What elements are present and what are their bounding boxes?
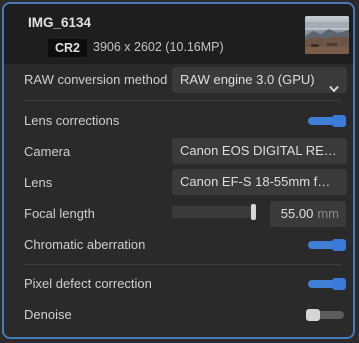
image-thumbnail[interactable] <box>305 16 349 54</box>
divider <box>24 264 341 265</box>
camera-value: Canon EOS DIGITAL REB… <box>180 143 346 158</box>
pixel-defect-toggle[interactable] <box>306 277 346 290</box>
focal-length-slider-handle[interactable] <box>251 204 256 220</box>
focal-length-input[interactable]: 55.00 mm <box>270 201 346 227</box>
lens-corrections-toggle[interactable] <box>306 114 346 127</box>
denoise-toggle[interactable] <box>306 308 346 321</box>
raw-conversion-label: RAW conversion method <box>24 72 168 87</box>
focal-length-value: 55.00 <box>280 206 314 221</box>
lens-value: Canon EF-S 18-55mm f… <box>180 174 331 189</box>
divider <box>24 100 341 101</box>
raw-conversion-value: RAW engine 3.0 (GPU) <box>180 72 315 87</box>
focal-length-unit: mm <box>317 206 339 221</box>
focal-length-label: Focal length <box>24 206 95 221</box>
raw-conversion-select[interactable]: RAW engine 3.0 (GPU) <box>172 67 347 93</box>
focal-length-slider[interactable] <box>172 206 256 218</box>
denoise-label: Denoise <box>24 307 72 322</box>
camera-label: Camera <box>24 144 71 159</box>
chevron-down-icon <box>329 76 339 93</box>
lens-label: Lens <box>24 175 53 190</box>
chromatic-aberration-label: Chromatic aberration <box>24 237 146 252</box>
chromatic-aberration-toggle[interactable] <box>306 238 346 251</box>
image-header: IMG_6134 CR2 3906 x 2602 (10.16MP) <box>4 4 353 64</box>
raw-settings-panel: IMG_6134 CR2 3906 x 2602 (10.16MP) RAW c… <box>2 2 355 339</box>
pixel-defect-label: Pixel defect correction <box>24 276 152 291</box>
lens-select[interactable]: Canon EF-S 18-55mm f… <box>172 169 347 195</box>
image-dimensions: 3906 x 2602 (10.16MP) <box>93 40 224 54</box>
format-badge: CR2 <box>48 39 88 57</box>
camera-select[interactable]: Canon EOS DIGITAL REB… <box>172 138 347 164</box>
lens-corrections-label: Lens corrections <box>24 113 120 128</box>
image-filename: IMG_6134 <box>28 15 92 30</box>
